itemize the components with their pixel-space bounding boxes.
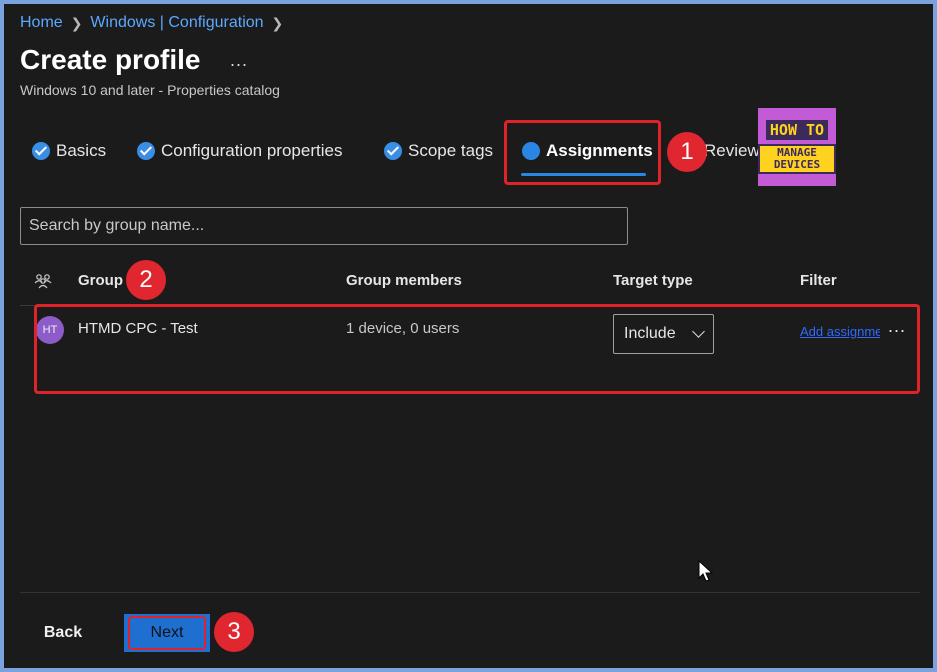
- tab-review[interactable]: Review: [704, 138, 760, 164]
- highlight-box-next: [128, 616, 206, 650]
- page-title: Create profile: [20, 44, 201, 75]
- logo-line-2: MANAGE DEVICES: [758, 144, 836, 174]
- callout-badge-2: 2: [126, 260, 166, 300]
- breadcrumb-windows-configuration[interactable]: Windows | Configuration: [90, 14, 263, 32]
- how-to-manage-devices-logo: HOW TO MANAGE DEVICES: [758, 108, 836, 186]
- logo-line-1: HOW TO: [765, 120, 829, 140]
- tab-label: Review: [704, 141, 760, 160]
- footer-divider: [20, 592, 920, 593]
- chevron-right-icon: ❯: [271, 14, 284, 31]
- chevron-right-icon: ❯: [70, 14, 83, 31]
- tab-label: Scope tags: [408, 141, 494, 160]
- checkmark-icon: [137, 142, 155, 160]
- column-header-target-type[interactable]: Target type: [613, 272, 693, 289]
- column-header-filter[interactable]: Filter: [800, 272, 837, 289]
- callout-badge-1: 1: [667, 132, 707, 172]
- mouse-cursor-icon: [698, 560, 714, 582]
- callout-badge-3: 3: [214, 612, 254, 652]
- highlight-box-group-row: [34, 304, 920, 394]
- group-icon: [34, 274, 52, 289]
- breadcrumb-home[interactable]: Home: [20, 14, 63, 32]
- more-options-icon[interactable]: ...: [230, 50, 248, 71]
- tab-basics[interactable]: Basics: [32, 138, 106, 164]
- checkmark-icon: [384, 142, 402, 160]
- highlight-box-assignments: [504, 120, 661, 185]
- back-button[interactable]: Back: [30, 618, 96, 648]
- page-subtitle: Windows 10 and later - Properties catalo…: [20, 82, 280, 98]
- tab-label: Configuration properties: [161, 141, 343, 160]
- tab-scope-tags[interactable]: Scope tags: [384, 138, 493, 164]
- tab-configuration-properties[interactable]: Configuration properties: [137, 138, 342, 164]
- app-window: Home ❯ Windows | Configuration ❯ Create …: [4, 4, 933, 668]
- search-input[interactable]: [20, 207, 628, 245]
- checkmark-icon: [32, 142, 50, 160]
- column-header-group-members[interactable]: Group members: [346, 272, 462, 289]
- tab-label: Basics: [56, 141, 107, 160]
- breadcrumb: Home ❯ Windows | Configuration ❯: [20, 12, 283, 34]
- column-header-group[interactable]: Group: [78, 272, 123, 289]
